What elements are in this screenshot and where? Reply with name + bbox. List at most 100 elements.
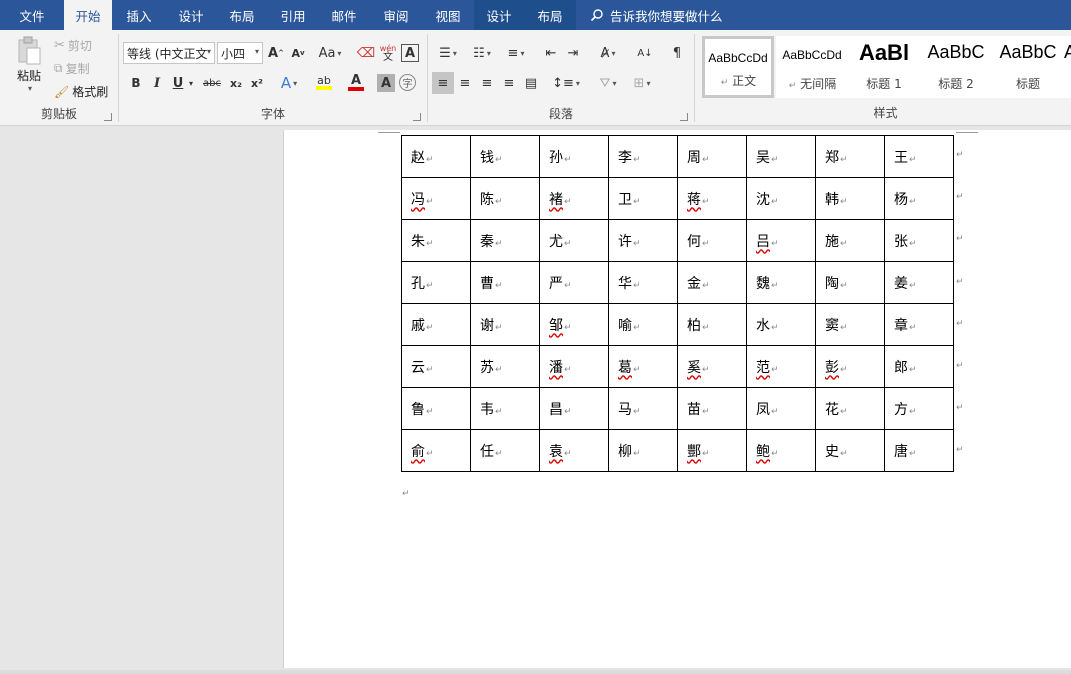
table-cell[interactable]: 喻↵ [608,303,678,346]
style-heading-1[interactable]: AaBl 标题 1 [848,36,920,98]
surname-table[interactable]: 赵↵ 钱↵ 孙↵ 李↵ 周↵ 吴↵ 郑↵ 王↵ 冯↵ 陈↵ 褚↵ 卫↵ 蒋↵ 沈↵ 韩↵ 杨↵ 朱↵ 秦↵ 尤↵ 许↵… [401,135,954,472]
table-cell[interactable]: 俞↵ [401,429,471,472]
strikethrough-button[interactable]: abc [199,72,225,94]
increase-indent-button[interactable]: ⇥ [562,42,584,64]
table-cell[interactable]: 周↵ [677,135,747,178]
style-title[interactable]: AaBbC 标题 [992,36,1064,98]
phonetic-guide-button[interactable]: wén 文 [377,42,399,64]
table-cell[interactable]: 范↵ [746,345,816,388]
borders-button[interactable]: ⊞ ▾ [626,72,658,94]
table-cell[interactable]: 马↵ [608,387,678,430]
tab-insert[interactable]: 插入 [112,0,166,30]
tab-mailings[interactable]: 邮件 [318,0,370,30]
tab-review[interactable]: 审阅 [370,0,422,30]
multilevel-list-button[interactable]: ≡ ▾ [500,42,532,64]
table-cell[interactable]: 钱↵ [470,135,540,178]
tab-table-layout[interactable]: 布局 [524,0,576,30]
table-cell[interactable]: 戚↵ [401,303,471,346]
subscript-button[interactable]: x₂ [225,72,247,94]
bullets-button[interactable]: ☰ ▾ [432,42,464,64]
table-cell[interactable]: 金↵ [677,261,747,304]
table-cell[interactable]: 苗↵ [677,387,747,430]
table-cell[interactable]: 鲍↵ [746,429,816,472]
change-case-button[interactable]: Aa ▾ [315,42,345,64]
text-effects-button[interactable]: A ▾ [275,72,303,94]
table-cell[interactable]: 尤↵ [539,219,609,262]
table-cell[interactable]: 凤↵ [746,387,816,430]
table-cell[interactable]: 柏↵ [677,303,747,346]
tab-view[interactable]: 视图 [422,0,474,30]
justify-button[interactable]: ≡ [498,72,520,94]
table-cell[interactable]: 葛↵ [608,345,678,388]
underline-dropdown[interactable]: ▾ [185,72,197,94]
table-cell[interactable]: 何↵ [677,219,747,262]
style-more[interactable]: A [1064,36,1071,98]
dialog-launcher-icon[interactable] [104,113,112,121]
bold-button[interactable]: B [125,72,147,94]
sort-button[interactable]: A↓ [634,42,656,64]
table-cell[interactable]: 赵↵ [401,135,471,178]
clear-formatting-button[interactable]: ⌫ [355,42,377,64]
table-cell[interactable]: 冯↵ [401,177,471,220]
table-cell[interactable]: 苏↵ [470,345,540,388]
table-cell[interactable]: 孔↵ [401,261,471,304]
table-cell[interactable]: 韦↵ [470,387,540,430]
format-painter-button[interactable]: 🖌 格式刷 [54,83,108,100]
table-cell[interactable]: 窦↵ [815,303,885,346]
table-cell[interactable]: 许↵ [608,219,678,262]
table-cell[interactable]: 昌↵ [539,387,609,430]
tab-table-design[interactable]: 设计 [474,0,524,30]
table-cell[interactable]: 韩↵ [815,177,885,220]
cut-button[interactable]: ✂ 剪切 [54,37,92,54]
enclose-characters-button[interactable]: 字 [399,74,416,91]
numbering-button[interactable]: ☷ ▾ [466,42,498,64]
dialog-launcher-icon[interactable] [680,113,688,121]
chinese-layout-button[interactable]: A̷ ▾ [592,42,624,64]
font-color-button[interactable]: A [341,72,371,94]
table-cell[interactable]: 史↵ [815,429,885,472]
table-cell[interactable]: 曹↵ [470,261,540,304]
character-shading-button[interactable]: A [377,74,395,92]
font-name-combo[interactable]: 等线 (中文正文 ▾ [123,42,215,64]
table-cell[interactable]: 朱↵ [401,219,471,262]
style-heading-2[interactable]: AaBbC 标题 2 [920,36,992,98]
grow-font-button[interactable]: A ^ [265,42,287,64]
tell-me-box[interactable]: 告诉我你想要做什么 [576,0,723,30]
align-right-button[interactable]: ≡ [476,72,498,94]
table-cell[interactable]: 郑↵ [815,135,885,178]
table-cell[interactable]: 王↵ [884,135,954,178]
table-cell[interactable]: 谢↵ [470,303,540,346]
table-cell[interactable]: 孙↵ [539,135,609,178]
table-cell[interactable]: 邹↵ [539,303,609,346]
dialog-launcher-icon[interactable] [413,113,421,121]
table-cell[interactable]: 魏↵ [746,261,816,304]
tab-file[interactable]: 文件 [0,0,64,30]
table-cell[interactable]: 陶↵ [815,261,885,304]
table-cell[interactable]: 袁↵ [539,429,609,472]
table-cell[interactable]: 潘↵ [539,345,609,388]
tab-design[interactable]: 设计 [166,0,216,30]
tab-home[interactable]: 开始 [64,0,112,30]
character-border-button[interactable]: A [401,44,419,62]
table-cell[interactable]: 吴↵ [746,135,816,178]
table-cell[interactable]: 姜↵ [884,261,954,304]
table-cell[interactable]: 褚↵ [539,177,609,220]
table-cell[interactable]: 华↵ [608,261,678,304]
table-cell[interactable]: 郎↵ [884,345,954,388]
tab-layout[interactable]: 布局 [216,0,268,30]
distributed-button[interactable]: ▤ [520,72,542,94]
copy-button[interactable]: ⧉ 复制 [54,60,90,77]
table-cell[interactable]: 云↵ [401,345,471,388]
align-center-button[interactable]: ≡ [454,72,476,94]
table-cell[interactable]: 唐↵ [884,429,954,472]
table-cell[interactable]: 吕↵ [746,219,816,262]
decrease-indent-button[interactable]: ⇤ [540,42,562,64]
shading-button[interactable]: ⛛ ▾ [592,72,624,94]
style-no-spacing[interactable]: AaBbCcDd ↵ 无间隔 [776,36,848,98]
table-cell[interactable]: 柳↵ [608,429,678,472]
table-cell[interactable]: 施↵ [815,219,885,262]
table-cell[interactable]: 水↵ [746,303,816,346]
table-cell[interactable]: 奚↵ [677,345,747,388]
font-size-combo[interactable]: 小四 ▾ [217,42,263,64]
table-cell[interactable]: 蒋↵ [677,177,747,220]
